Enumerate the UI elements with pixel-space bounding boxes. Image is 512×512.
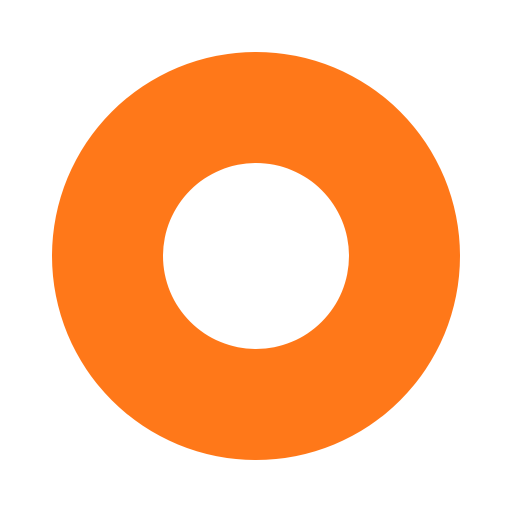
ring-icon — [52, 52, 460, 460]
icon-canvas — [0, 0, 512, 512]
ring-shape — [52, 52, 460, 460]
